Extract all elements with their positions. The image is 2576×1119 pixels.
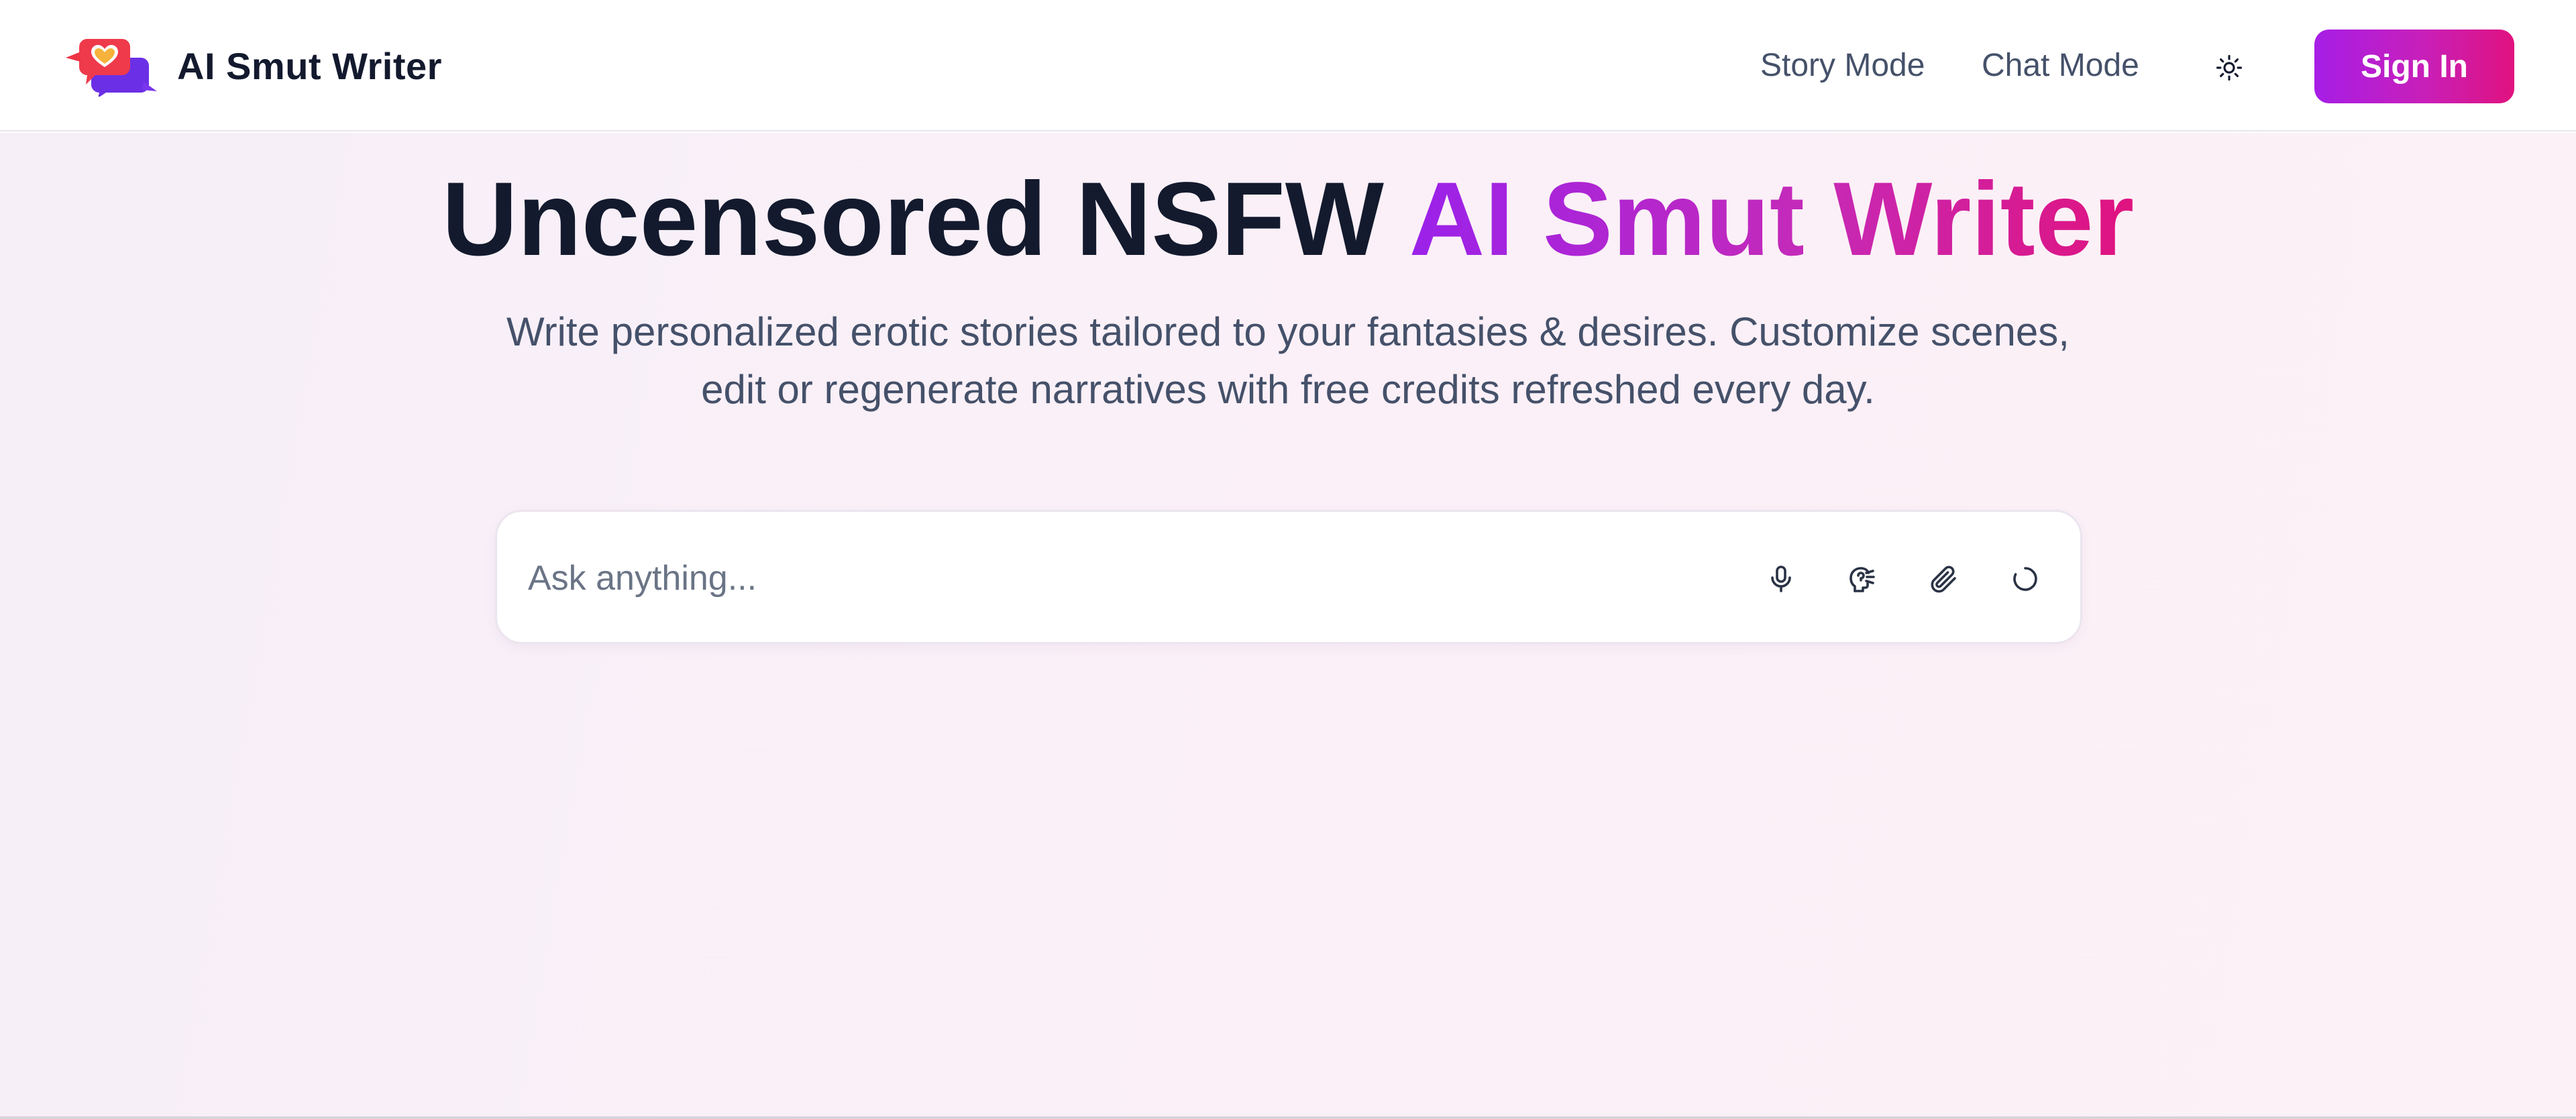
sun-icon <box>2216 54 2243 81</box>
subtitle-line-2: edit or regenerate narratives with free … <box>701 367 1875 412</box>
microphone-button[interactable] <box>1756 553 1807 604</box>
logo-icon <box>66 39 157 97</box>
sign-in-button[interactable]: Sign In <box>2314 30 2514 103</box>
voice-mode-icon <box>1849 567 1875 592</box>
bottom-divider <box>0 1116 2576 1119</box>
brand[interactable]: AI Smut Writer <box>64 35 442 97</box>
brand-name: AI Smut Writer <box>177 44 442 87</box>
refresh-icon <box>2013 567 2037 591</box>
headline-plain: Uncensored NSFW <box>441 161 1384 278</box>
attach-button[interactable] <box>1918 553 1969 604</box>
hero-subtitle: Write personalized erotic stories tailor… <box>443 303 2133 419</box>
nav-story-mode[interactable]: Story Mode <box>1760 47 1925 84</box>
voice-mode-button[interactable] <box>1836 553 1887 604</box>
top-navbar: AI Smut Writer Story Mode Chat Mode Sign… <box>0 0 2576 131</box>
ask-input[interactable] <box>528 548 1668 608</box>
nav-chat-mode[interactable]: Chat Mode <box>1982 47 2139 84</box>
theme-toggle-button[interactable] <box>2207 46 2251 90</box>
ask-box <box>495 510 2082 644</box>
paperclip-icon <box>1931 566 1956 593</box>
subtitle-line-1: Write personalized erotic stories tailor… <box>506 309 2070 354</box>
refresh-button[interactable] <box>2000 553 2051 604</box>
headline-highlight: AI Smut Writer <box>1409 161 2135 278</box>
microphone-icon <box>1771 566 1791 592</box>
hero-headline: Uncensored NSFW AI Smut Writer <box>0 162 2576 278</box>
page: AI Smut Writer Story Mode Chat Mode Sign… <box>0 0 2576 1119</box>
